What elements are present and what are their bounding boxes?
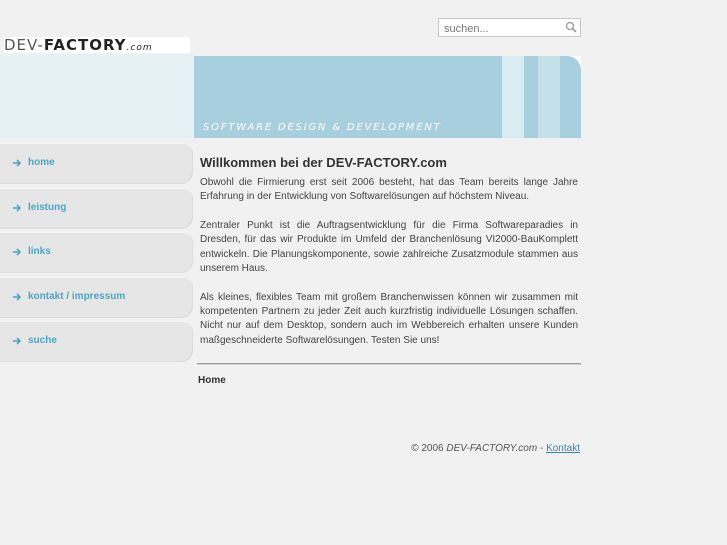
banner-stripe bbox=[538, 56, 560, 138]
content-divider bbox=[197, 363, 581, 365]
sidebar-item-kontakt[interactable]: kontakt / impressum bbox=[0, 276, 193, 318]
sidebar-item-label: links bbox=[28, 246, 51, 257]
arrow-right-icon bbox=[13, 292, 22, 301]
breadcrumb: Home bbox=[198, 375, 226, 386]
team-paragraph: Als kleines, flexibles Team mit großem B… bbox=[200, 291, 578, 346]
sidebar-item-leistung[interactable]: leistung bbox=[0, 187, 193, 229]
sidebar-item-links[interactable]: links bbox=[0, 232, 193, 273]
banner-stripe bbox=[502, 56, 524, 138]
sidebar-item-label: home bbox=[28, 157, 55, 168]
contact-link[interactable]: Kontakt bbox=[546, 443, 580, 454]
search-input[interactable] bbox=[439, 20, 561, 38]
footer-separator: - bbox=[539, 443, 544, 454]
banner-tagline: Software Design & Development bbox=[203, 122, 442, 133]
logo-brand-thin: DEV- bbox=[4, 37, 44, 53]
search-box bbox=[438, 18, 581, 38]
sidebar-item-label: suche bbox=[28, 335, 57, 346]
intro-paragraph: Obwohl die Firmierung erst seit 2006 bes… bbox=[200, 177, 578, 203]
header-banner: Software Design & Development bbox=[194, 56, 581, 138]
logo-brand-bold: FACTORY bbox=[43, 37, 127, 53]
arrow-right-icon bbox=[13, 248, 22, 256]
logo-suffix: .com bbox=[126, 43, 153, 53]
banner-stripe bbox=[524, 56, 538, 138]
arrow-right-icon bbox=[13, 159, 22, 167]
sidebar-nav: home leistung links kontakt / impressum … bbox=[0, 143, 193, 366]
arrow-right-icon bbox=[13, 337, 22, 345]
sidebar-item-suche[interactable]: suche bbox=[0, 321, 193, 362]
focus-paragraph: Zentraler Punkt ist die Auftragsentwickl… bbox=[200, 220, 578, 274]
sidebar-item-label: kontakt / impressum bbox=[28, 290, 126, 302]
footer-brand: DEV-FACTORY.com bbox=[446, 443, 538, 454]
header: DEV-FACTORY.com bbox=[0, 0, 582, 54]
main-content: Willkommen bei der DEV-FACTORY.com Obwoh… bbox=[200, 155, 578, 362]
search-icon[interactable] bbox=[565, 21, 577, 33]
footer: © 2006 DEV-FACTORY.com - Kontakt bbox=[200, 443, 580, 454]
sidebar-item-home[interactable]: home bbox=[0, 143, 193, 184]
arrow-right-icon bbox=[13, 203, 22, 212]
sidebar-item-label: leistung bbox=[28, 201, 67, 213]
footer-copyright: © 2006 bbox=[411, 443, 444, 454]
site-logo[interactable]: DEV-FACTORY.com bbox=[4, 37, 190, 53]
banner-left-panel bbox=[0, 54, 194, 138]
page-title: Willkommen bei der DEV-FACTORY.com bbox=[200, 155, 447, 170]
banner-corner bbox=[561, 56, 581, 76]
